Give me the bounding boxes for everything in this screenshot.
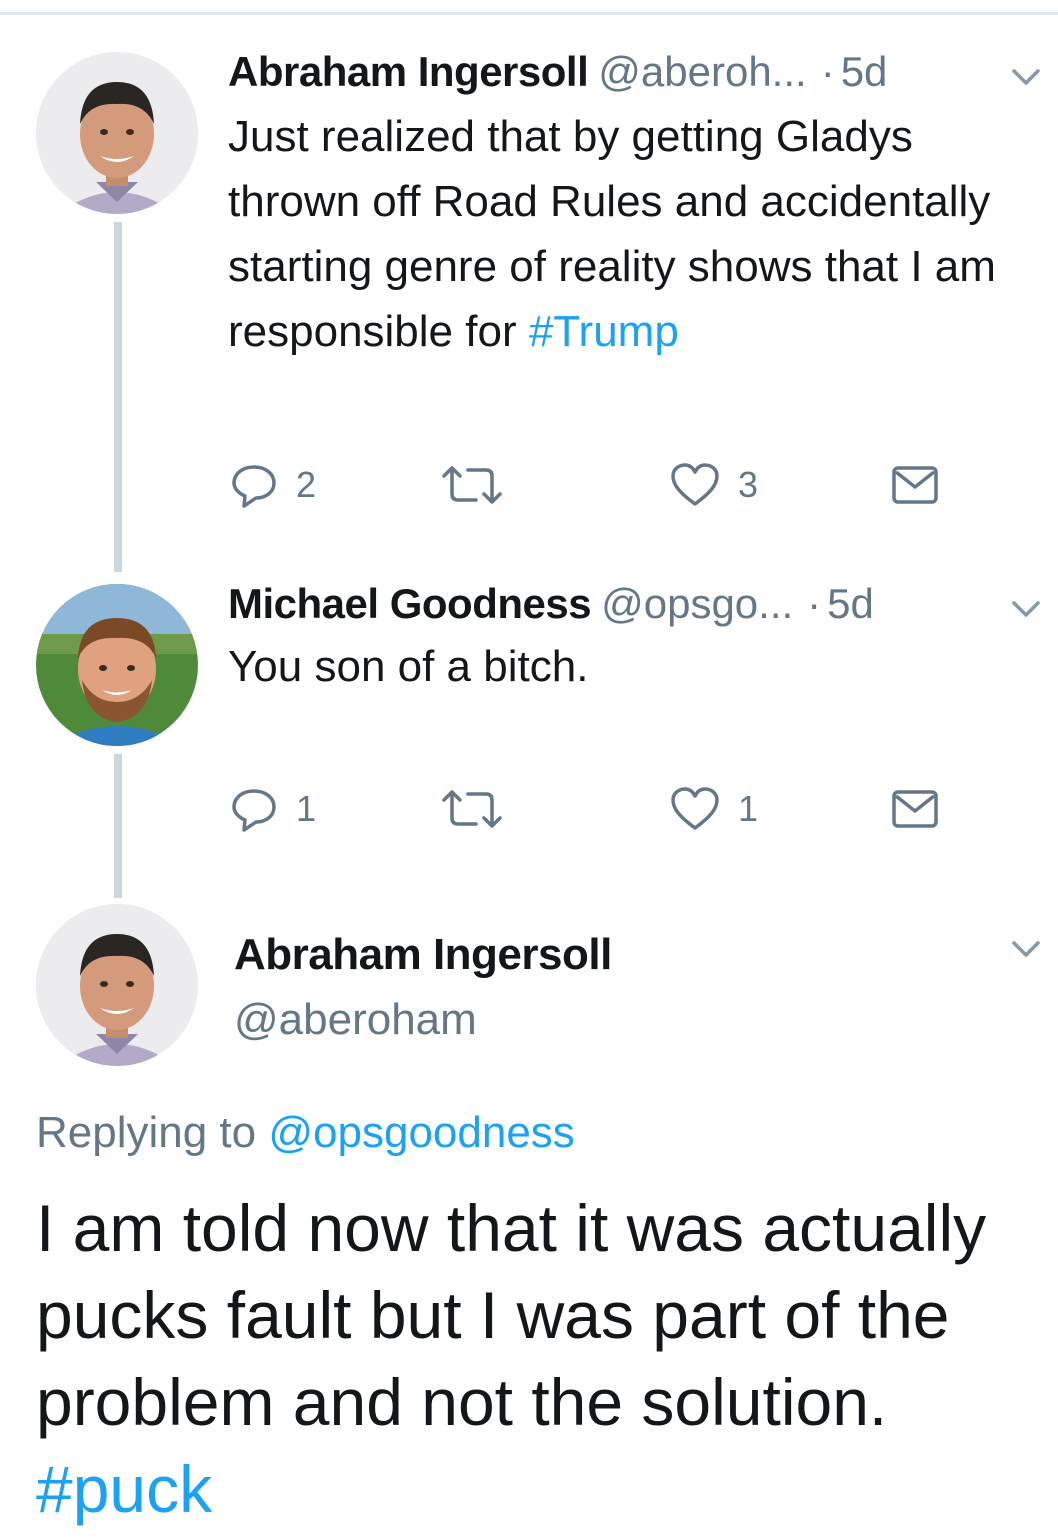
main-tweet-text: I am told now that it was actually pucks…: [36, 1185, 1036, 1533]
retweet-button[interactable]: [440, 784, 522, 834]
like-button[interactable]: 1: [670, 784, 758, 834]
avatar-abraham[interactable]: [36, 52, 198, 214]
reply-mention-link[interactable]: @opsgoodness: [268, 1108, 574, 1157]
thread-connector: [114, 754, 122, 898]
reply-button[interactable]: 2: [230, 460, 316, 510]
chevron-down-icon[interactable]: [1006, 934, 1046, 964]
like-count: 3: [738, 464, 759, 505]
chevron-down-icon[interactable]: [1006, 594, 1046, 624]
reply-button[interactable]: 1: [230, 784, 316, 834]
like-icon: [670, 462, 720, 508]
like-icon: [670, 786, 720, 832]
avatar-abraham-main[interactable]: [36, 904, 198, 1066]
hashtag-link[interactable]: #puck: [36, 1452, 212, 1526]
tweet-text: Just realized that by getting Gladys thr…: [228, 104, 1028, 364]
author-handle[interactable]: @opsgo...: [601, 580, 793, 627]
direct-message-icon: [890, 463, 940, 507]
tweet-timestamp[interactable]: 5d: [827, 580, 874, 627]
tweet-timestamp[interactable]: 5d: [841, 48, 888, 95]
direct-message-button[interactable]: [890, 784, 940, 834]
replying-to: Replying to @opsgoodness: [36, 1103, 575, 1163]
reply-count: 1: [296, 788, 317, 829]
direct-message-icon: [890, 787, 940, 831]
main-tweet-text-content: I am told now that it was actually pucks…: [36, 1191, 987, 1439]
tweet-header: Abraham Ingersoll @aberoh... · 5d: [228, 42, 887, 102]
hashtag-link[interactable]: #Trump: [529, 307, 679, 356]
separator-dot: ·: [820, 48, 835, 95]
author-name[interactable]: Abraham Ingersoll: [228, 48, 589, 95]
author-handle[interactable]: @aberoh...: [598, 48, 806, 95]
reply-icon: [230, 462, 278, 508]
avatar-michael[interactable]: [36, 584, 198, 746]
reply-count: 2: [296, 464, 317, 505]
retweet-icon: [440, 462, 504, 508]
tweet-text-content: You son of a bitch.: [228, 642, 589, 691]
separator-dot: ·: [807, 580, 822, 627]
like-count: 1: [738, 788, 759, 829]
thread-connector: [114, 222, 122, 572]
main-author-handle[interactable]: @aberoham: [234, 990, 477, 1050]
tweet-header: Michael Goodness @opsgo... · 5d: [228, 574, 874, 634]
reply-icon: [230, 786, 278, 832]
direct-message-button[interactable]: [890, 460, 940, 510]
retweet-button[interactable]: [440, 460, 522, 510]
tweet-text: You son of a bitch.: [228, 634, 1028, 699]
chevron-down-icon[interactable]: [1006, 62, 1046, 92]
retweet-icon: [440, 786, 504, 832]
main-author-name[interactable]: Abraham Ingersoll: [234, 925, 612, 985]
like-button[interactable]: 3: [670, 460, 758, 510]
top-divider: [0, 12, 1058, 15]
author-name[interactable]: Michael Goodness: [228, 580, 592, 627]
replying-prefix: Replying to: [36, 1108, 269, 1157]
